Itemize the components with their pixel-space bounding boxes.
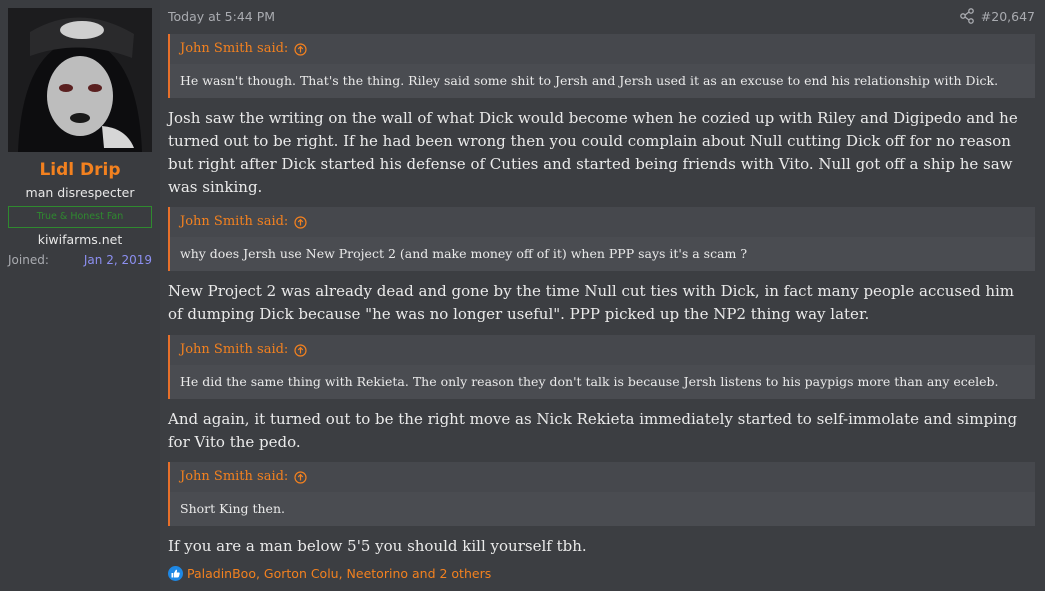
post-main: Today at 5:44 PM #20,647 John Smith said… <box>160 0 1045 591</box>
avatar[interactable] <box>8 8 152 152</box>
user-sidebar: Lidl Drip man disrespecter True & Honest… <box>0 0 160 591</box>
user-banner: True & Honest Fan <box>8 206 152 228</box>
joined-label: Joined: <box>8 253 49 267</box>
quote-header[interactable]: John Smith said: <box>170 34 1035 64</box>
quote-block: John Smith said: Short King then. <box>168 462 1035 526</box>
quote-header[interactable]: John Smith said: <box>170 462 1035 492</box>
user-title: man disrespecter <box>25 185 135 200</box>
quote-text: He did the same thing with Rekieta. The … <box>170 365 1035 399</box>
quote-author[interactable]: John Smith said: <box>180 462 288 492</box>
username[interactable]: Lidl Drip <box>0 160 160 180</box>
quote-author[interactable]: John Smith said: <box>180 207 288 237</box>
reactions-text[interactable]: PaladinBoo, Gorton Colu, Neetorino and 2… <box>187 566 491 581</box>
arrow-up-circle-icon[interactable] <box>294 215 307 229</box>
post-timestamp[interactable]: Today at 5:44 PM <box>168 9 275 24</box>
quote-header[interactable]: John Smith said: <box>170 335 1035 365</box>
quote-block: John Smith said: why does Jersh use New … <box>168 207 1035 271</box>
post-number[interactable]: #20,647 <box>981 9 1035 24</box>
quote-text: why does Jersh use New Project 2 (and ma… <box>170 237 1035 271</box>
post-paragraph: Josh saw the writing on the wall of what… <box>168 109 1018 196</box>
joined-date: Jan 2, 2019 <box>83 253 152 267</box>
quote-author[interactable]: John Smith said: <box>180 34 288 64</box>
arrow-up-circle-icon[interactable] <box>294 343 307 357</box>
post-paragraph: If you are a man below 5'5 you should ki… <box>168 537 587 555</box>
quote-text: Short King then. <box>170 492 1035 526</box>
post-paragraph: New Project 2 was already dead and gone … <box>168 282 1015 323</box>
quote-header[interactable]: John Smith said: <box>170 207 1035 237</box>
user-site: kiwifarms.net <box>37 232 123 247</box>
reactions-bar[interactable]: PaladinBoo, Gorton Colu, Neetorino and 2… <box>168 566 491 581</box>
quote-author[interactable]: John Smith said: <box>180 335 288 365</box>
share-icon[interactable] <box>960 8 974 24</box>
quote-block: John Smith said: He did the same thing w… <box>168 335 1035 399</box>
avatar-image <box>8 8 152 152</box>
like-icon <box>168 566 183 581</box>
arrow-up-circle-icon[interactable] <box>294 42 307 56</box>
quote-block: John Smith said: He wasn't though. That'… <box>168 34 1035 98</box>
post-paragraph: And again, it turned out to be the right… <box>168 410 1018 451</box>
quote-text: He wasn't though. That's the thing. Rile… <box>170 64 1035 98</box>
arrow-up-circle-icon[interactable] <box>294 470 307 484</box>
